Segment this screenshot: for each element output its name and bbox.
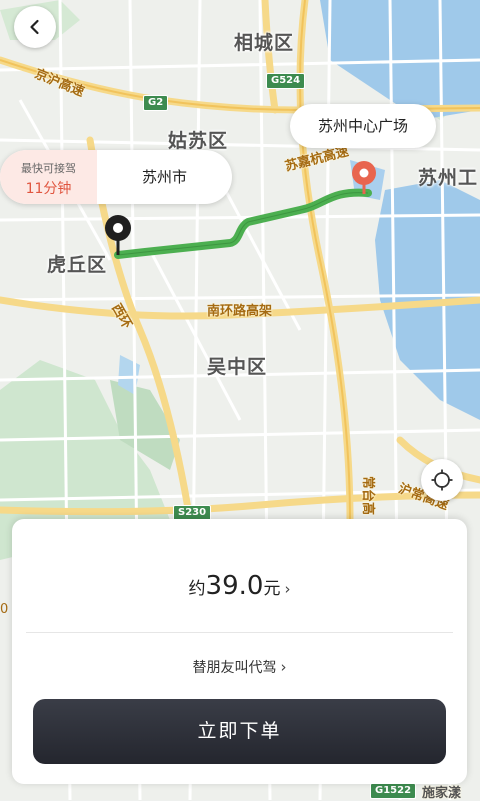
- road-label: 南环路高架: [207, 304, 273, 319]
- back-button[interactable]: [14, 6, 56, 48]
- eta-value: 11分钟: [25, 181, 72, 197]
- district-label: 苏州工: [418, 167, 479, 189]
- price-prefix: 约: [188, 579, 206, 599]
- district-label: 吴中区: [207, 356, 268, 378]
- district-label: 姑苏区: [168, 130, 229, 152]
- highway-shield: G1522: [370, 783, 417, 799]
- order-panel: 约39.0元 › 替朋友叫代驾 › 立即下单: [12, 519, 467, 784]
- district-label: 虎丘区: [47, 254, 108, 276]
- road-label: 常台高: [360, 475, 376, 516]
- locate-icon: [431, 469, 453, 491]
- back-arrow-icon: [30, 19, 39, 35]
- destination-name: 苏州中心广场: [317, 117, 408, 135]
- origin-info-bubble[interactable]: 最快可接驾 11分钟 苏州市: [0, 150, 232, 204]
- destination-bubble[interactable]: 苏州中心广场: [290, 104, 436, 148]
- chevron-right-icon: ›: [280, 658, 287, 676]
- price-unit: 元: [263, 579, 281, 599]
- chevron-right-icon: ›: [284, 580, 291, 598]
- call-for-friend-link[interactable]: 替朋友叫代驾 ›: [12, 657, 467, 677]
- eta-box: 最快可接驾 11分钟: [0, 150, 97, 204]
- district-label: 相城区: [234, 32, 295, 54]
- highway-shield: G2: [143, 95, 169, 111]
- price-row[interactable]: 约39.0元 ›: [12, 571, 467, 601]
- divider: [26, 632, 453, 633]
- price-value: 39.0: [205, 571, 264, 601]
- origin-name: 苏州市: [141, 168, 187, 186]
- eta-label: 最快可接驾: [21, 162, 76, 175]
- road-label: 施家漾: [422, 786, 462, 801]
- order-now-button[interactable]: 立即下单: [33, 699, 446, 764]
- locate-button[interactable]: [421, 459, 463, 501]
- highway-shield: G524: [266, 73, 306, 89]
- call-for-friend-label: 替朋友叫代驾: [192, 660, 277, 676]
- map-edge-text: 0: [0, 602, 9, 617]
